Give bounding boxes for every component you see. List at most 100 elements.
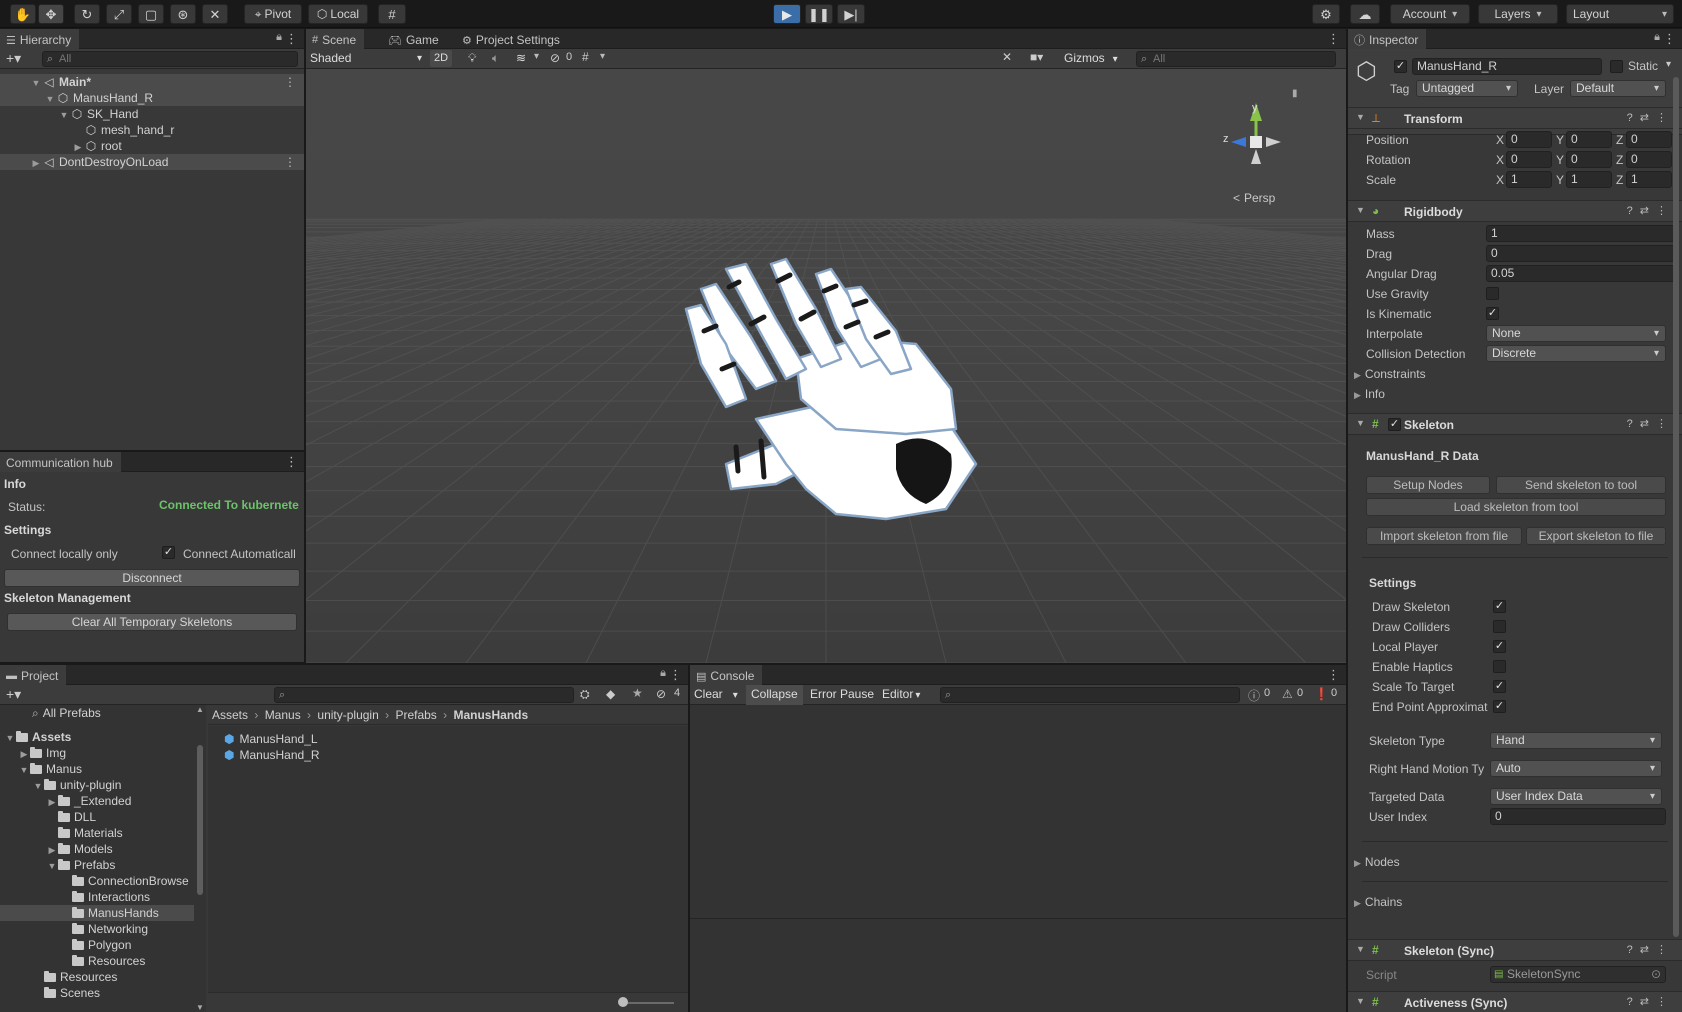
y-value-field[interactable]: 0 (1566, 131, 1612, 148)
foldout-arrow-icon[interactable]: ▼ (46, 858, 58, 874)
object-name-field[interactable]: ManusHand_R (1412, 58, 1602, 75)
skeleton-setting-checkbox[interactable]: ✓ (1493, 640, 1506, 653)
static-checkbox[interactable] (1610, 60, 1623, 73)
project-folder-item[interactable]: Networking (0, 921, 194, 937)
lighting-icon[interactable]: 💡︎ (468, 51, 476, 66)
project-folder-item[interactable]: Interactions (0, 889, 194, 905)
persp-label[interactable]: Persp (1244, 191, 1276, 205)
foldout-arrow-icon[interactable]: ▼ (18, 762, 30, 778)
foldout-arrow-icon[interactable]: ▶ (46, 842, 58, 858)
mass-field[interactable]: 1 (1486, 225, 1676, 242)
hidden-objects-icon[interactable]: ⊘ (550, 51, 560, 65)
layer-dropdown[interactable]: Default (1570, 80, 1666, 97)
project-folder-item[interactable]: Resources (0, 953, 194, 969)
user-index-field[interactable]: 0 (1490, 808, 1666, 825)
breadcrumb-item[interactable]: ManusHands (453, 708, 528, 722)
clear-temporary-skeletons-button[interactable]: Clear All Temporary Skeletons (7, 613, 297, 631)
scale-tool-button[interactable]: ⤢ (106, 4, 132, 24)
interpolate-dropdown[interactable]: None (1486, 325, 1666, 342)
x-value-field[interactable]: 1 (1506, 171, 1552, 188)
y-value-field[interactable]: 1 (1566, 171, 1612, 188)
layout-dropdown[interactable]: Layout (1566, 4, 1674, 24)
persp-icon[interactable]: < (1233, 191, 1240, 205)
component-actions[interactable]: ?⇄⋮ (1627, 995, 1674, 1008)
hierarchy-item[interactable]: ▶ ◁ DontDestroyOnLoad ⋮ (0, 154, 304, 170)
account-dropdown[interactable]: Account (1390, 4, 1470, 24)
project-search[interactable] (274, 687, 574, 703)
layers-dropdown[interactable]: Layers (1478, 4, 1558, 24)
motion-type-dropdown[interactable]: Auto (1490, 760, 1662, 777)
disconnect-button[interactable]: Disconnect (4, 569, 300, 587)
collapse-toggle[interactable]: Collapse (746, 685, 803, 705)
breadcrumb-item[interactable]: unity-plugin (317, 708, 378, 722)
local-toggle[interactable]: ⬡ Local (308, 4, 368, 24)
chains-foldout[interactable]: ▶ Chains (1354, 895, 1402, 909)
lock-icon[interactable]: 🔒︎ (276, 31, 282, 44)
z-value-field[interactable]: 0 (1626, 131, 1672, 148)
info-icon[interactable]: ⓘ (1248, 687, 1260, 704)
foldout-arrow-icon[interactable]: ▼ (44, 91, 56, 107)
camera-icon[interactable]: ■▾ (1030, 50, 1043, 64)
shading-mode-dropdown[interactable]: Shaded ▾ (308, 50, 426, 67)
drag-field[interactable]: 0 (1486, 245, 1676, 262)
kebab-menu-icon[interactable]: ⋮ (284, 74, 296, 90)
object-picker-icon[interactable]: ⊙ (1651, 967, 1661, 982)
rect-tool-button[interactable]: ▢ (138, 4, 164, 24)
component-actions[interactable]: ?⇄⋮ (1627, 417, 1674, 430)
project-folder-item[interactable]: Polygon (0, 937, 194, 953)
tools-icon[interactable]: ✕ (1002, 50, 1012, 64)
targeted-data-dropdown[interactable]: User Index Data (1490, 788, 1662, 805)
project-folder-item[interactable]: DLL (0, 809, 194, 825)
foldout-arrow-icon[interactable]: ▼ (30, 75, 42, 91)
rotate-tool-button[interactable]: ↻ (74, 4, 100, 24)
setup-nodes-button[interactable]: Setup Nodes (1366, 476, 1490, 494)
breadcrumb-item[interactable]: Assets (212, 708, 248, 722)
project-folder-item[interactable]: ▼ Manus (0, 761, 194, 777)
effects-dropdown-icon[interactable]: ▾ (534, 51, 539, 62)
custom-tool-button[interactable]: ✕ (202, 4, 228, 24)
gizmo-lock-icon[interactable]: ▮ (1292, 88, 1298, 99)
cloud-button[interactable]: ☁ (1350, 4, 1380, 24)
grid-visibility-icon[interactable]: # (582, 50, 589, 64)
add-icon[interactable]: +▾ (6, 50, 21, 67)
x-value-field[interactable]: 0 (1506, 131, 1552, 148)
is-kinematic-checkbox[interactable]: ✓ (1486, 307, 1499, 320)
kebab-menu-icon[interactable]: ⋮ (1327, 667, 1340, 683)
error-pause-toggle[interactable]: Error Pause (810, 687, 874, 701)
use-gravity-checkbox[interactable] (1486, 287, 1499, 300)
effects-icon[interactable]: ≋ (516, 51, 526, 65)
search-by-label-icon[interactable]: ◆ (606, 687, 615, 701)
search-by-type-icon[interactable]: ⛭ (580, 687, 590, 702)
load-skeleton-button[interactable]: Load skeleton from tool (1366, 498, 1666, 516)
static-dropdown-icon[interactable]: ▾ (1666, 59, 1671, 70)
project-folder-item[interactable]: Scenes (0, 985, 194, 1001)
rigidbody-component-header[interactable]: ▼ ◕ Rigidbody ?⇄⋮ (1348, 200, 1682, 222)
foldout-arrow-icon[interactable]: ▶ (18, 746, 30, 762)
skeleton-setting-checkbox[interactable]: ✓ (1493, 700, 1506, 713)
foldout-arrow-icon[interactable]: ▼ (32, 778, 44, 794)
import-skeleton-button[interactable]: Import skeleton from file (1366, 527, 1522, 545)
all-prefabs-item[interactable]: ⌕ All Prefabs (0, 705, 206, 721)
step-button[interactable]: ▶| (837, 4, 865, 24)
tab-game[interactable]: 🎮︎ Game (382, 29, 447, 49)
asset-item[interactable]: ⬢ ManusHand_L (208, 731, 688, 747)
export-skeleton-button[interactable]: Export skeleton to file (1526, 527, 1666, 545)
skeleton-setting-checkbox[interactable]: ✓ (1493, 600, 1506, 613)
transform-component-header[interactable]: ▼ ⟂ Transform ?⇄⋮ (1348, 107, 1682, 129)
project-folder-item[interactable]: ▶ Models (0, 841, 194, 857)
icon-size-slider-handle[interactable] (618, 997, 628, 1007)
breadcrumb-item[interactable]: Manus (265, 708, 301, 722)
project-folder-item[interactable]: ▼ Assets (0, 729, 194, 745)
component-actions[interactable]: ?⇄⋮ (1627, 943, 1674, 956)
skeleton-enabled-checkbox[interactable]: ✓ (1388, 418, 1401, 431)
project-folder-item[interactable]: ▼ unity-plugin (0, 777, 194, 793)
z-value-field[interactable]: 0 (1626, 151, 1672, 168)
component-actions[interactable]: ?⇄⋮ (1627, 111, 1674, 124)
connect-automatically-checkbox[interactable]: ✓ (162, 546, 175, 559)
pivot-toggle[interactable]: ⌖ Pivot (244, 4, 302, 24)
activeness-sync-component-header[interactable]: ▼ # Activeness (Sync) ?⇄⋮ (1348, 991, 1682, 1012)
x-value-field[interactable]: 0 (1506, 151, 1552, 168)
hierarchy-search[interactable]: All (42, 51, 298, 67)
project-folder-item[interactable]: ▼ Prefabs (0, 857, 194, 873)
kebab-menu-icon[interactable]: ⋮ (285, 454, 298, 470)
